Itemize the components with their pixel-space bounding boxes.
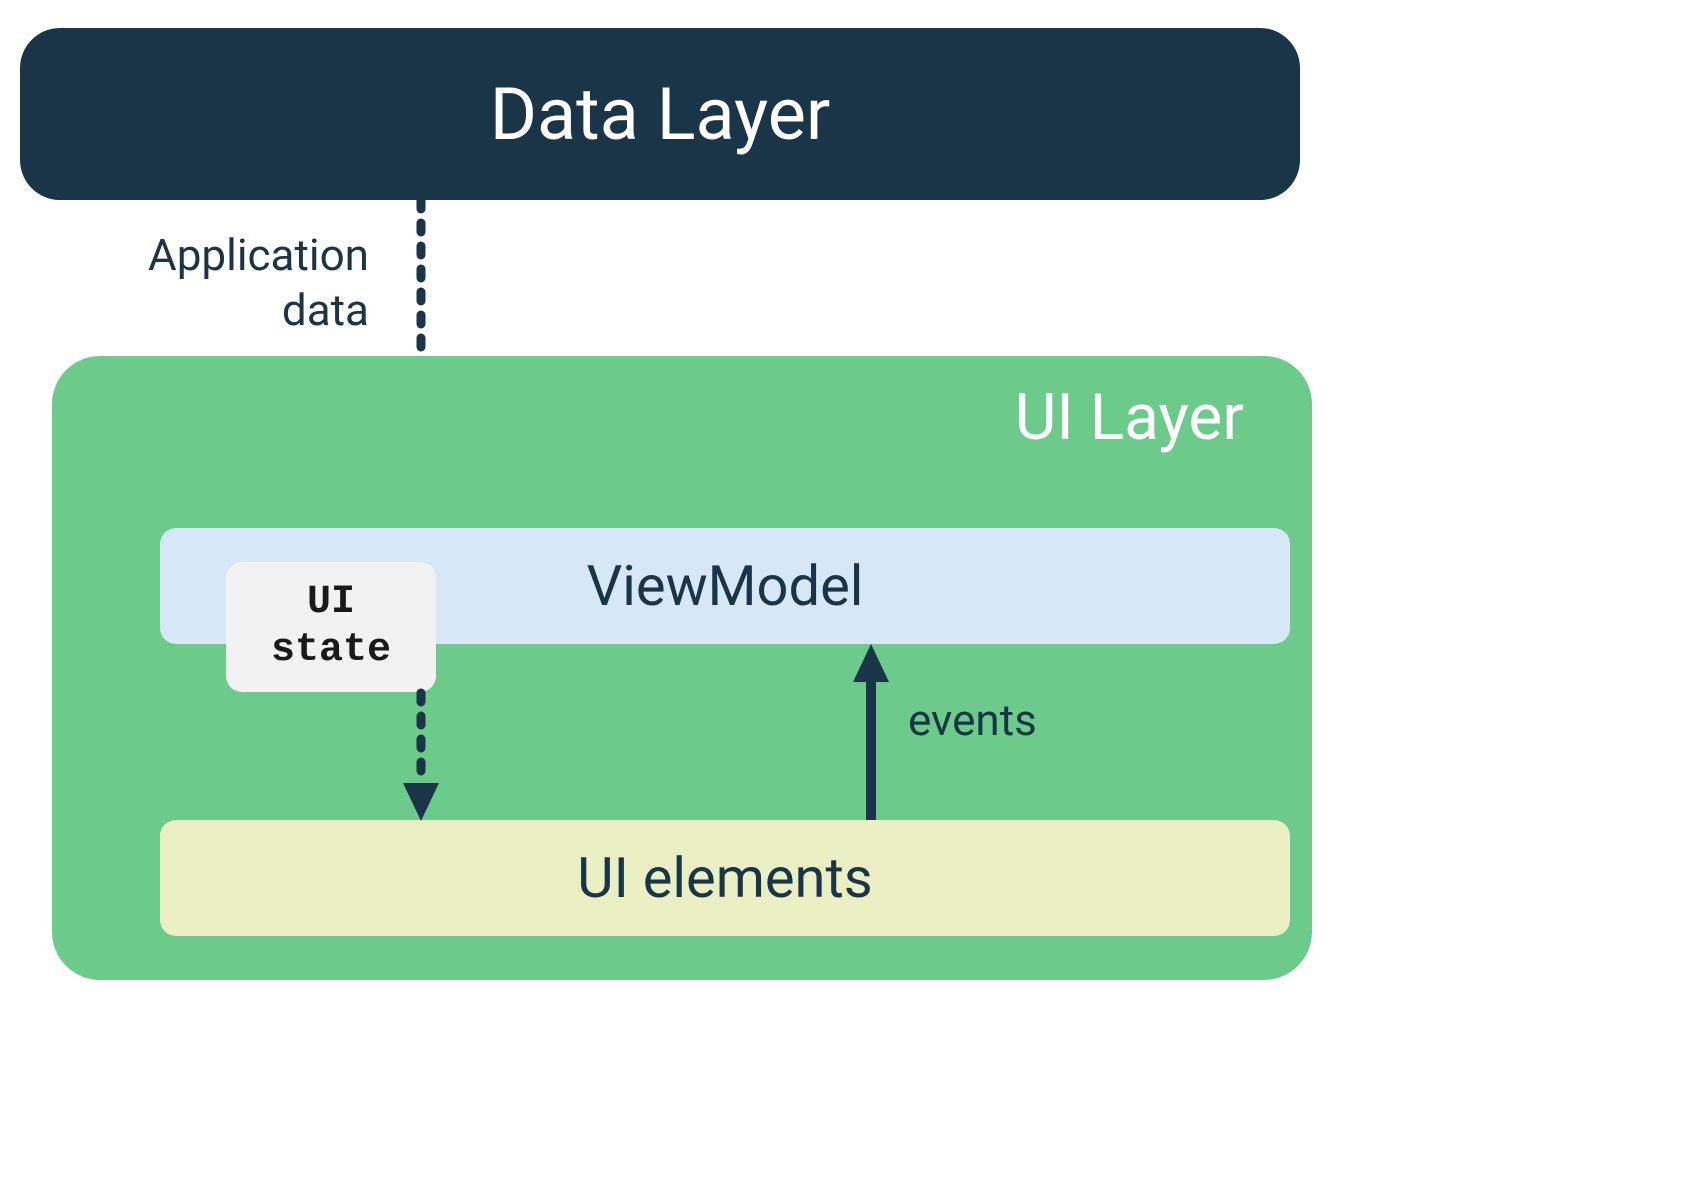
viewmodel-label: ViewModel bbox=[587, 553, 864, 619]
arrow-viewmodel-to-uielements-icon bbox=[400, 693, 460, 823]
data-layer-title: Data Layer bbox=[490, 72, 831, 157]
application-data-label: Application data bbox=[148, 228, 369, 338]
data-layer-box: Data Layer bbox=[20, 28, 1300, 200]
events-label: events bbox=[908, 694, 1037, 746]
ui-elements-label: UI elements bbox=[577, 845, 872, 911]
ui-state-label: UI state bbox=[271, 579, 391, 675]
application-data-text: Application data bbox=[148, 229, 369, 336]
ui-elements-box: UI elements bbox=[160, 820, 1290, 936]
ui-layer-box: UI Layer ViewModel UI state UI elements … bbox=[52, 356, 1312, 980]
arrow-events-icon bbox=[850, 644, 910, 824]
ui-layer-title: UI Layer bbox=[1015, 380, 1244, 455]
ui-state-box: UI state bbox=[226, 562, 436, 692]
